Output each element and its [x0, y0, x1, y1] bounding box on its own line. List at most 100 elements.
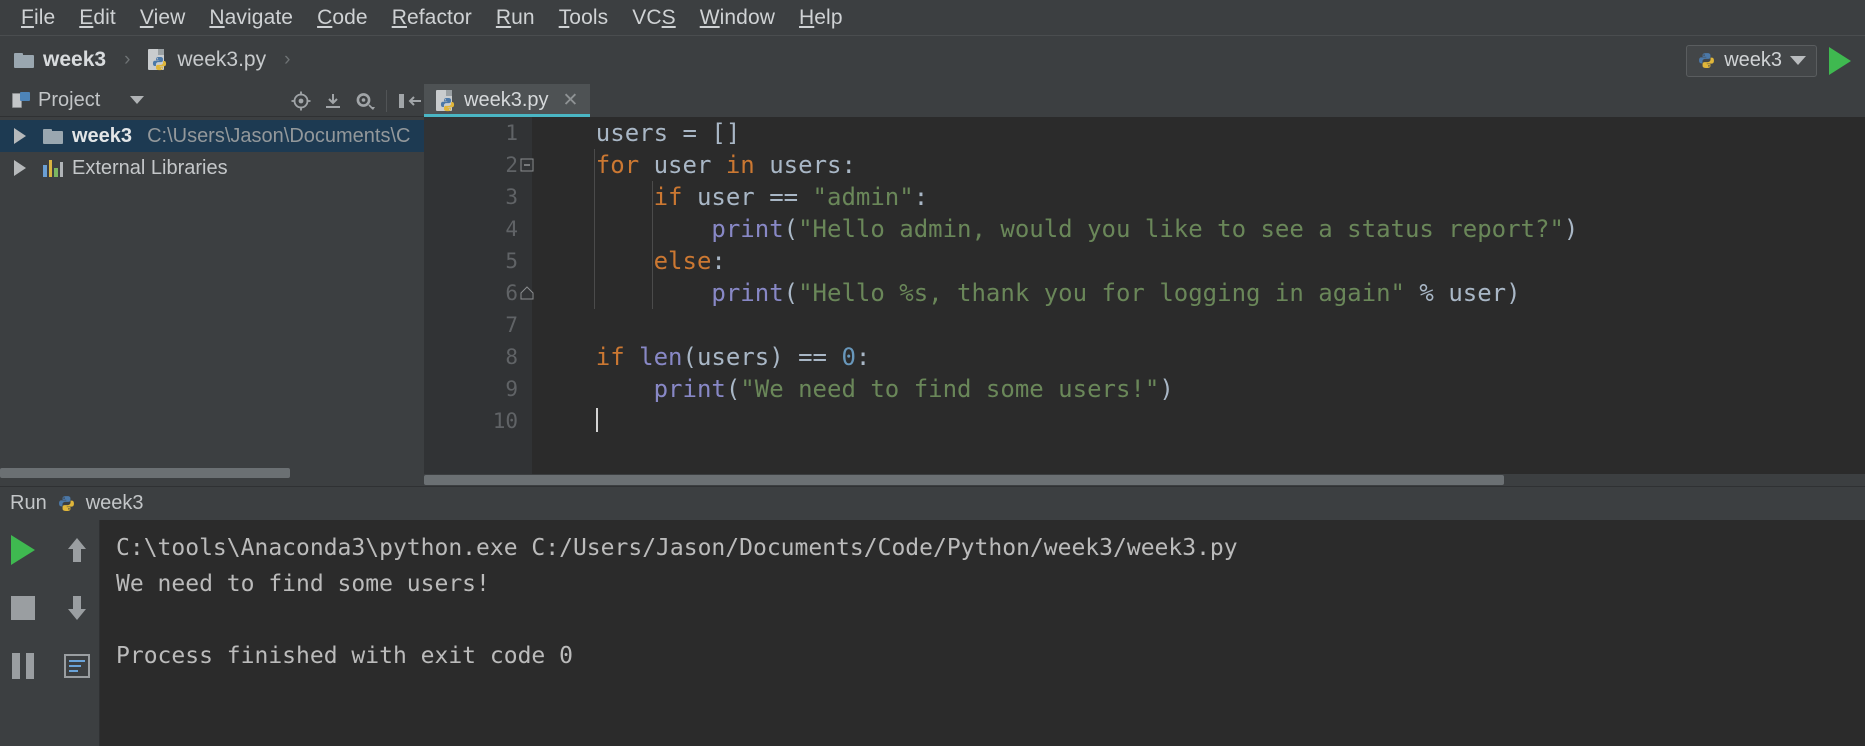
code-line: print("We need to find some users!"): [538, 373, 1865, 405]
breadcrumb-label: week3.py: [177, 48, 267, 71]
project-panel-header: Project: [0, 84, 424, 117]
code-token: if: [595, 343, 625, 371]
pause-icon[interactable]: [0, 646, 46, 686]
project-panel-toolbar: [290, 84, 421, 117]
code-token: :: [711, 247, 726, 275]
chevron-down-icon[interactable]: [130, 96, 145, 104]
line-number: 10: [492, 409, 518, 433]
text-caret: [595, 408, 598, 432]
tree-node-label: External Libraries: [72, 156, 228, 179]
stop-icon[interactable]: [0, 588, 46, 628]
menu-item-vcs[interactable]: VCS: [621, 4, 686, 32]
menu-item-navigate[interactable]: Navigate: [198, 4, 304, 32]
folder-icon: [43, 128, 63, 144]
menu-item-help[interactable]: Help: [788, 4, 854, 32]
editor-tab-label: week3.py: [464, 89, 549, 111]
menu-item-edit[interactable]: Edit: [68, 4, 127, 32]
menu-item-code[interactable]: Code: [306, 4, 379, 32]
breadcrumb-item-week3-py[interactable]: week3.py: [148, 48, 266, 72]
code-token: user ==: [682, 183, 813, 211]
editor-hscrollbar[interactable]: [424, 475, 1504, 485]
code-token: (: [783, 215, 799, 243]
close-icon[interactable]: ✕: [563, 91, 579, 110]
code-token: users = []: [538, 119, 741, 147]
run-button[interactable]: [1829, 46, 1851, 75]
code-token: in: [725, 151, 755, 179]
code-token: ): [1563, 215, 1579, 243]
code-line: else:: [538, 245, 1865, 277]
menu-item-view[interactable]: View: [129, 4, 197, 32]
breadcrumb-item-week3[interactable]: week3: [14, 48, 106, 72]
breadcrumb: week3 › week3.py ›: [14, 48, 300, 72]
python-snake-glyph: [440, 97, 455, 111]
code-token: :: [913, 183, 929, 211]
line-number: 5: [505, 249, 518, 273]
library-icon: [43, 159, 63, 177]
code-token: (: [783, 279, 799, 307]
run-console-output[interactable]: C:\tools\Anaconda3\python.exe C:/Users/J…: [100, 520, 1865, 746]
tree-node-external-libraries[interactable]: External Libraries: [0, 152, 424, 184]
tree-node-week3[interactable]: week3 C:\Users\Jason\Documents\C: [0, 120, 424, 152]
code-token: print: [711, 279, 784, 307]
run-window-body: C:\tools\Anaconda3\python.exe C:/Users/J…: [0, 520, 1865, 746]
code-token: users:: [754, 151, 856, 179]
menu-item-file[interactable]: File: [10, 4, 66, 32]
run-configuration-label: week3: [1724, 49, 1782, 71]
arrow-up-icon[interactable]: [54, 530, 100, 570]
breadcrumb-label: week3: [43, 48, 107, 71]
code-content[interactable]: users = [] for user in users: if user ==…: [532, 117, 1865, 486]
breadcrumb-separator-icon: ›: [124, 49, 131, 70]
menu-item-refactor[interactable]: Refactor: [381, 4, 483, 32]
run-tool-window: Run week3 C:\tools\Anaconda3\python.exe …: [0, 486, 1865, 746]
breadcrumb-separator-icon: ›: [284, 49, 291, 70]
run-icon[interactable]: [0, 530, 46, 570]
code-token: print: [653, 375, 726, 403]
code-token: len: [639, 343, 683, 371]
code-token: else: [653, 247, 712, 275]
line-number: 4: [505, 217, 518, 241]
line-number-gutter: 1 2 3 4 5 6 7 8 9 10: [424, 117, 534, 486]
hide-panel-icon[interactable]: [386, 89, 421, 112]
code-line: [538, 405, 1865, 437]
code-editor[interactable]: 1 2 3 4 5 6 7 8 9 10 users = [] for user in users…: [424, 117, 1865, 486]
code-token: if: [653, 183, 683, 211]
main-content: Project week3 C:\Users\Jason\Documents\C…: [0, 84, 1865, 486]
triangle-right-icon[interactable]: [14, 160, 26, 176]
menu-item-run[interactable]: Run: [485, 4, 546, 32]
triangle-right-icon[interactable]: [14, 128, 26, 144]
line-number: 2: [505, 153, 518, 177]
locate-target-icon[interactable]: [290, 90, 312, 112]
code-token: print: [711, 215, 784, 243]
code-line: if len(users) == 0:: [538, 341, 1865, 373]
soft-wrap-icon[interactable]: [54, 646, 100, 686]
menu-item-tools[interactable]: Tools: [548, 4, 620, 32]
run-configuration-selector[interactable]: week3: [1686, 44, 1817, 77]
menu-bar: File Edit View Navigate Code Refactor Run Tools…: [0, 0, 1865, 35]
code-token: (users) ==: [682, 343, 842, 371]
collapse-all-icon[interactable]: [322, 90, 344, 112]
code-token: "Hello %s, thank you for logging in agai…: [798, 279, 1405, 307]
code-token: "Hello admin, would you like to see a st…: [798, 215, 1564, 243]
python-snake-glyph: [1699, 52, 1715, 68]
code-token: "admin": [812, 183, 914, 211]
settings-gear-icon[interactable]: [354, 90, 376, 112]
arrow-down-icon[interactable]: [54, 588, 100, 628]
editor-tab-week3-py[interactable]: week3.py ✕: [424, 84, 591, 117]
console-line: We need to find some users!: [116, 571, 490, 597]
code-line: print("Hello %s, thank you for logging i…: [538, 277, 1865, 309]
code-token: (: [725, 375, 741, 403]
chevron-down-icon[interactable]: [1790, 56, 1806, 65]
line-number: 7: [505, 313, 518, 337]
line-number: 1: [505, 121, 518, 145]
console-line: C:\tools\Anaconda3\python.exe C:/Users/J…: [116, 535, 1238, 561]
menu-item-window[interactable]: Window: [689, 4, 786, 32]
project-panel-hscrollbar[interactable]: [0, 468, 290, 478]
code-token: ): [1159, 375, 1174, 403]
